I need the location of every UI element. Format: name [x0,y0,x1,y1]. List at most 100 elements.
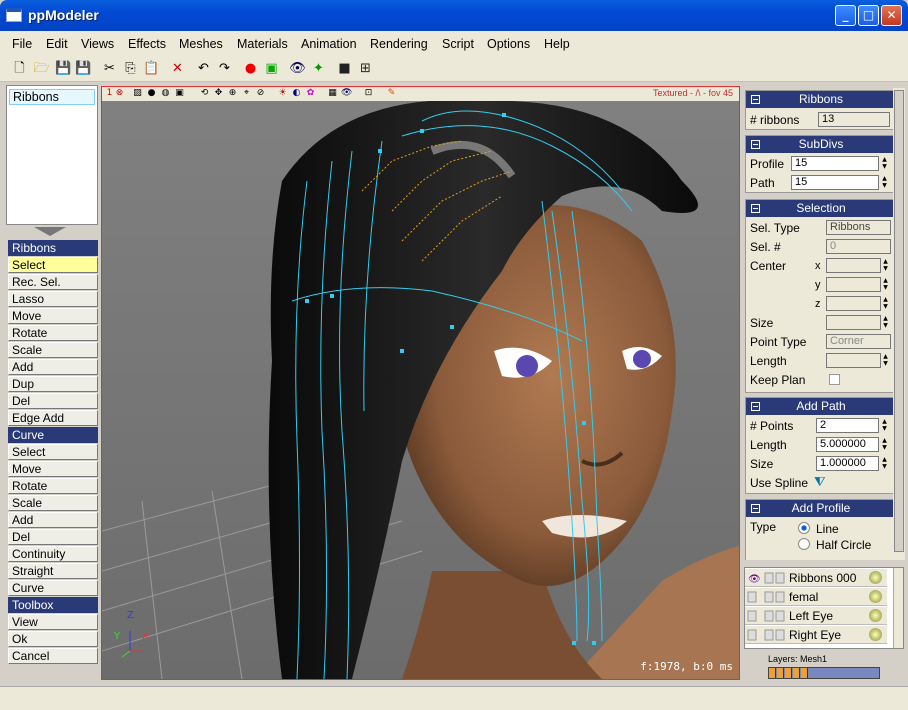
viewport-scene[interactable]: Z Y X f:1978, b:0 ms [102,101,739,679]
material-icon[interactable]: ◐ [291,88,302,99]
layer-row[interactable]: femal [745,588,887,606]
curve-tool-button[interactable]: Del [8,529,98,545]
sel-length-spinner[interactable]: ▲ ▼ [881,353,890,368]
menu-rendering[interactable]: Rendering [370,37,428,51]
sphere-icon[interactable]: ● [146,88,157,99]
path-length-field[interactable]: 5.000000 [816,437,879,452]
center-z-spinner[interactable]: ▲ ▼ [881,296,890,311]
single-view-icon[interactable]: ■ [336,60,353,77]
center-y-spinner[interactable]: ▲ ▼ [881,277,890,292]
menu-materials[interactable]: Materials [237,37,288,51]
points-field[interactable]: 2 [816,418,879,433]
layer-visibility-icon[interactable] [747,591,787,603]
path-field[interactable]: 15 [791,175,879,190]
menu-edit[interactable]: Edit [46,37,68,51]
sel-size-spinner[interactable]: ▲ ▼ [881,315,890,330]
right-panel-scrollbar[interactable] [893,88,905,560]
ribbons-tool-button[interactable]: Lasso [8,291,98,307]
spline-toggle-icon[interactable]: ⧨ [814,475,826,490]
collapse-icon[interactable] [751,204,760,213]
light-bulb-icon[interactable]: ☀ [277,88,288,99]
maximize-button[interactable]: □ [858,5,879,26]
points-spinner[interactable]: ▲ ▼ [880,418,889,433]
quad-view-icon[interactable]: ⊞ [357,60,374,77]
layer-material-icon[interactable] [869,628,882,641]
toolbox-button[interactable]: Ok [8,631,98,647]
rotate-view-icon[interactable]: ⟲ [199,88,210,99]
toolbox-button[interactable]: Cancel [8,648,98,664]
copy-icon[interactable]: ⎘ [122,60,139,77]
record-icon[interactable]: ● [242,60,259,77]
grid-icon[interactable]: ▨ [132,88,143,99]
ribbons-tool-button[interactable]: Del [8,393,98,409]
addprofile-group-header[interactable]: Add Profile [746,500,896,517]
layer-row[interactable]: Left Eye [745,607,887,625]
close-button[interactable]: ✕ [881,5,902,26]
path-size-spinner[interactable]: ▲ ▼ [880,456,889,471]
layers-list[interactable]: 👁 Ribbons 000 femal Left Eye Right Eye [744,567,904,649]
ribbons-tool-button[interactable]: Rotate [8,325,98,341]
open-folder-icon[interactable]: 🗁 [33,60,50,77]
layer-visibility-icon[interactable] [747,610,787,622]
collapse-icon[interactable] [751,95,760,104]
profile-spinner[interactable]: ▲ ▼ [880,156,889,171]
ribbons-tool-button[interactable]: Add [8,359,98,375]
collapse-icon[interactable] [751,504,760,513]
ribbons-group-header[interactable]: Ribbons [746,91,896,108]
undo-icon[interactable]: ↶ [195,60,212,77]
collapse-icon[interactable] [751,402,760,411]
ribbons-tool-button[interactable]: Dup [8,376,98,392]
view-eye-icon[interactable]: 👁 [289,60,306,77]
lock-icon[interactable]: ⊘ [255,88,266,99]
ribbons-tool-button[interactable]: Scale [8,342,98,358]
camera-view-icon[interactable]: ▦ [327,88,338,99]
move-view-icon[interactable]: ✥ [213,88,224,99]
collapse-icon[interactable] [751,140,760,149]
light-icon[interactable]: ✦ [310,60,327,77]
radio-line[interactable] [798,522,810,534]
object-list[interactable]: Ribbons [6,85,98,225]
ribbons-tool-button[interactable]: Rec. Sel. [8,274,98,290]
minimize-button[interactable]: _ [835,5,856,26]
cylinder-icon[interactable]: ◍ [160,88,171,99]
radio-halfcircle[interactable] [798,538,810,550]
layer-material-icon[interactable] [869,590,882,603]
menu-file[interactable]: File [12,37,32,51]
menu-effects[interactable]: Effects [128,37,166,51]
toolbox-button[interactable]: View [8,614,98,630]
save-icon[interactable]: 💾 [55,60,72,77]
viewport-close-icon[interactable]: ⊗ [114,88,125,99]
zoom-icon[interactable]: ⊕ [227,88,238,99]
layer-slots-bar[interactable] [768,667,880,679]
ribbons-tool-button[interactable]: Select [8,257,98,273]
new-file-icon[interactable]: 🗋 [11,60,28,77]
menu-options[interactable]: Options [487,37,530,51]
scrollbar-thumb[interactable] [894,90,904,552]
curve-tool-button[interactable]: Add [8,512,98,528]
path-size-field[interactable]: 1.000000 [816,456,879,471]
keepplan-checkbox[interactable] [829,374,840,385]
layer-row[interactable]: Right Eye [745,626,887,644]
menu-help[interactable]: Help [544,37,570,51]
layer-visibility-icon[interactable] [747,629,787,641]
menu-script[interactable]: Script [442,37,474,51]
curve-tool-button[interactable]: Select [8,444,98,460]
selection-group-header[interactable]: Selection [746,200,896,217]
curve-tool-button[interactable]: Curve [8,580,98,596]
menu-views[interactable]: Views [81,37,114,51]
delete-icon[interactable]: ✕ [169,60,186,77]
fit-view-icon[interactable]: ⌖ [241,88,252,99]
viewport-3d[interactable]: 1 ⊗ ▨ ● ◍ ▣ ⟲ ✥ ⊕ ⌖ ⊘ ☀ ◐ ✿ ▦ 👁 ⊡ ✎ Text… [101,86,740,680]
curve-tool-button[interactable]: Rotate [8,478,98,494]
curve-tool-button[interactable]: Straight [8,563,98,579]
path-length-spinner[interactable]: ▲ ▼ [880,437,889,452]
cube-icon[interactable]: ▣ [174,88,185,99]
texture-icon[interactable]: ✿ [305,88,316,99]
path-spinner[interactable]: ▲ ▼ [880,175,889,190]
curve-tool-button[interactable]: Move [8,461,98,477]
layer-material-icon[interactable] [869,609,882,622]
curve-tool-button[interactable]: Continuity [8,546,98,562]
profile-field[interactable]: 15 [791,156,879,171]
layers-scrollbar[interactable] [893,568,903,648]
render-image-icon[interactable]: ▣ [263,60,280,77]
